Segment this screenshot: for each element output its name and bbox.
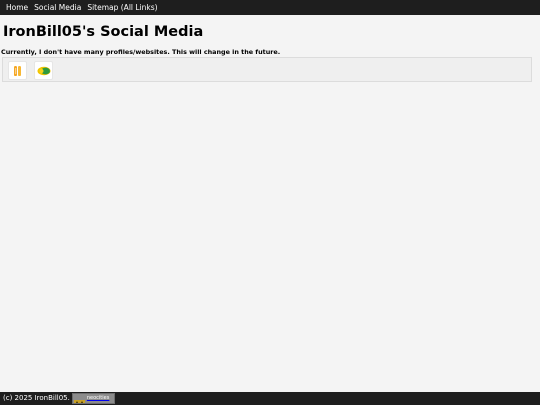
nav-link-home[interactable]: Home — [6, 0, 28, 15]
profile-links-box — [2, 57, 532, 82]
green-logo-icon — [37, 66, 51, 76]
page: Home Social Media Sitemap (All Links) Ir… — [0, 0, 540, 405]
neocities-cat-icon — [73, 394, 85, 403]
neocities-badge-label: neocities — [86, 395, 110, 401]
nav-link-sitemap[interactable]: Sitemap (All Links) — [87, 0, 157, 15]
page-title: IronBill05's Social Media — [3, 24, 204, 40]
neocities-badge[interactable]: neocities — [71, 393, 115, 404]
intro-text: Currently, I don't have many profiles/we… — [1, 48, 281, 56]
profile-link-orange[interactable] — [8, 61, 27, 80]
footer: (c) 2025 IronBill05. neocities — [0, 392, 540, 405]
nav-link-social-media[interactable]: Social Media — [34, 0, 81, 15]
footer-copyright: (c) 2025 IronBill05. — [3, 394, 70, 402]
orange-logo-icon — [12, 65, 23, 77]
top-nav: Home Social Media Sitemap (All Links) — [0, 0, 540, 15]
profile-link-green[interactable] — [34, 61, 53, 80]
